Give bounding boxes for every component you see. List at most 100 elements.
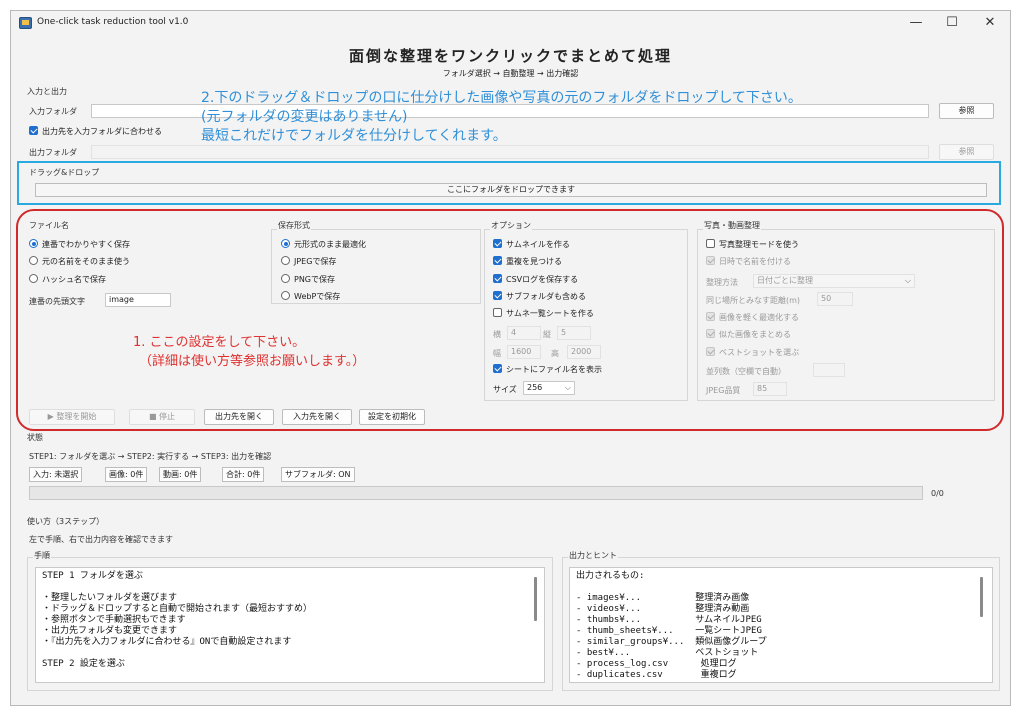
- filename-group-label: ファイル名: [29, 221, 69, 230]
- option-label: WebPで保存: [294, 292, 341, 301]
- open-input-button[interactable]: 入力先を開く: [282, 409, 352, 425]
- output-folder-field[interactable]: [91, 145, 929, 159]
- option-sheet-filename[interactable]: シートにファイル名を表示: [493, 364, 602, 375]
- option-label: 元の名前をそのまま使う: [42, 257, 130, 266]
- option-label: ベストショットを選ぶ: [719, 348, 800, 357]
- app-window: One-click task reduction tool v1.0 — ☐ ✕…: [10, 10, 1011, 706]
- option-csv-log[interactable]: CSVログを保存する: [493, 274, 578, 285]
- usage-description: 左で手順、右で出力内容を確認できます: [29, 535, 173, 544]
- app-icon: [19, 17, 32, 29]
- height-input[interactable]: 2000: [567, 345, 601, 359]
- method-label: 整理方法: [706, 278, 738, 287]
- check-icon: [493, 256, 502, 265]
- check-icon: [493, 239, 502, 248]
- radio-icon: [281, 274, 290, 283]
- parallel-label: 並列数（空欄で自動）: [706, 367, 786, 376]
- cols-input[interactable]: 4: [507, 326, 541, 340]
- io-group-label: 入力と出力: [27, 87, 67, 96]
- size-value: 256: [527, 383, 543, 392]
- format-option-original[interactable]: 元形式のまま最適化: [281, 239, 366, 250]
- width-input[interactable]: 1600: [507, 345, 541, 359]
- open-output-button[interactable]: 出力先を開く: [204, 409, 274, 425]
- radio-icon: [281, 256, 290, 265]
- stop-button[interactable]: ■ 停止: [129, 409, 195, 425]
- sync-output-checkbox[interactable]: 出力先を入力フォルダに合わせる: [29, 126, 162, 137]
- format-option-jpeg[interactable]: JPEGで保存: [281, 256, 336, 267]
- option-label: 重複を見つける: [506, 257, 562, 266]
- distance-input[interactable]: 50: [817, 292, 853, 306]
- annotation-settings-note: （詳細は使い方等参照お願いします。）: [139, 354, 366, 369]
- similar-checkbox[interactable]: 似た画像をまとめる: [706, 329, 791, 340]
- start-button[interactable]: ▶ 整理を開始: [29, 409, 115, 425]
- option-label: 連番でわかりやすく保存: [42, 240, 130, 249]
- size-select[interactable]: 256 ⌵: [523, 381, 575, 395]
- format-option-png[interactable]: PNGで保存: [281, 274, 335, 285]
- output-browse-button[interactable]: 参照: [939, 144, 994, 160]
- radio-icon: [29, 274, 38, 283]
- rows-input[interactable]: 5: [557, 326, 591, 340]
- option-label: 日時で名前を付ける: [719, 257, 791, 266]
- option-thumbnails[interactable]: サムネイルを作る: [493, 239, 570, 250]
- filename-option-original[interactable]: 元の名前をそのまま使う: [29, 256, 130, 267]
- drop-target[interactable]: ここにフォルダをドロップできます: [35, 183, 987, 197]
- format-option-webp[interactable]: WebPで保存: [281, 291, 340, 302]
- size-label: サイズ: [493, 385, 517, 394]
- hints-label: 出力とヒント: [568, 550, 618, 561]
- page-title: 面倒な整理をワンクリックでまとめて処理: [348, 47, 672, 65]
- option-label: 画像を軽く最適化する: [719, 313, 799, 322]
- hints-scrollbar[interactable]: [980, 577, 983, 617]
- check-icon: [706, 329, 715, 338]
- check-icon: [493, 274, 502, 283]
- maximize-button[interactable]: ☐: [934, 14, 970, 34]
- status-badge-videos: 動画: 0件: [159, 467, 202, 482]
- option-label: CSVログを保存する: [506, 275, 579, 284]
- input-browse-button[interactable]: 参照: [939, 103, 994, 119]
- check-icon: [706, 312, 715, 321]
- options-group-label: オプション: [490, 220, 532, 231]
- option-subfolders[interactable]: サブフォルダも含める: [493, 291, 586, 302]
- option-label: サムネイルを作る: [506, 240, 570, 249]
- status-steps: STEP1: フォルダを選ぶ → STEP2: 実行する → STEP3: 出力…: [29, 452, 272, 461]
- jpeg-input[interactable]: 85: [753, 382, 787, 396]
- format-group-label: 保存形式: [277, 220, 311, 231]
- option-label: ハッシュ名で保存: [42, 275, 106, 284]
- width-label: 幅: [493, 349, 501, 358]
- annotation-drop-note: (元フォルダの変更はありません): [201, 109, 408, 125]
- method-value: 日付ごとに整理: [757, 276, 813, 285]
- window-title: One-click task reduction tool v1.0: [37, 17, 189, 27]
- date-name-checkbox[interactable]: 日時で名前を付ける: [706, 256, 791, 267]
- sync-output-label: 出力先を入力フォルダに合わせる: [42, 127, 162, 136]
- reset-settings-button[interactable]: 設定を初期化: [359, 409, 425, 425]
- option-duplicates[interactable]: 重複を見つける: [493, 256, 562, 267]
- check-icon: [706, 347, 715, 356]
- prefix-input[interactable]: image: [105, 293, 171, 307]
- filename-option-hash[interactable]: ハッシュ名で保存: [29, 274, 106, 285]
- hints-text[interactable]: 出力されるもの: - images¥... 整理済み画像 - videos¥..…: [569, 567, 993, 683]
- progress-text: 0/0: [931, 489, 944, 498]
- option-thumb-sheet[interactable]: サムネ一覧シートを作る: [493, 308, 594, 319]
- output-folder-label: 出力フォルダ: [29, 148, 77, 157]
- radio-icon: [281, 239, 290, 248]
- height-label: 高: [551, 349, 559, 358]
- drop-group-label: ドラッグ&ドロップ: [29, 168, 100, 177]
- option-label: JPEGで保存: [294, 257, 337, 266]
- page-subtitle: フォルダ選択 → 自動整理 → 出力確認: [442, 69, 579, 78]
- parallel-input[interactable]: [813, 363, 845, 377]
- best-checkbox[interactable]: ベストショットを選ぶ: [706, 347, 799, 358]
- lighten-checkbox[interactable]: 画像を軽く最適化する: [706, 312, 799, 323]
- close-button[interactable]: ✕: [972, 14, 1008, 34]
- radio-icon: [281, 291, 290, 300]
- filename-option-sequential[interactable]: 連番でわかりやすく保存: [29, 239, 130, 250]
- procedure-text[interactable]: STEP 1 フォルダを選ぶ ・整理したいフォルダを選びます ・ドラッグ＆ドロッ…: [35, 567, 545, 683]
- status-group-label: 状態: [27, 433, 43, 442]
- photo-mode-checkbox[interactable]: 写真整理モードを使う: [706, 239, 799, 250]
- minimize-button[interactable]: —: [898, 14, 934, 34]
- checkbox-icon: [493, 308, 502, 317]
- procedure-scrollbar[interactable]: [534, 577, 537, 621]
- method-select[interactable]: 日付ごとに整理 ⌵: [753, 274, 915, 288]
- cols-label: 横: [493, 330, 501, 339]
- jpeg-label: JPEG品質: [706, 386, 741, 395]
- annotation-drop-summary: 最短これだけでフォルダを仕分けしてくれます。: [201, 128, 507, 144]
- chevron-down-icon: ⌵: [564, 383, 571, 392]
- chevron-down-icon: ⌵: [904, 276, 911, 285]
